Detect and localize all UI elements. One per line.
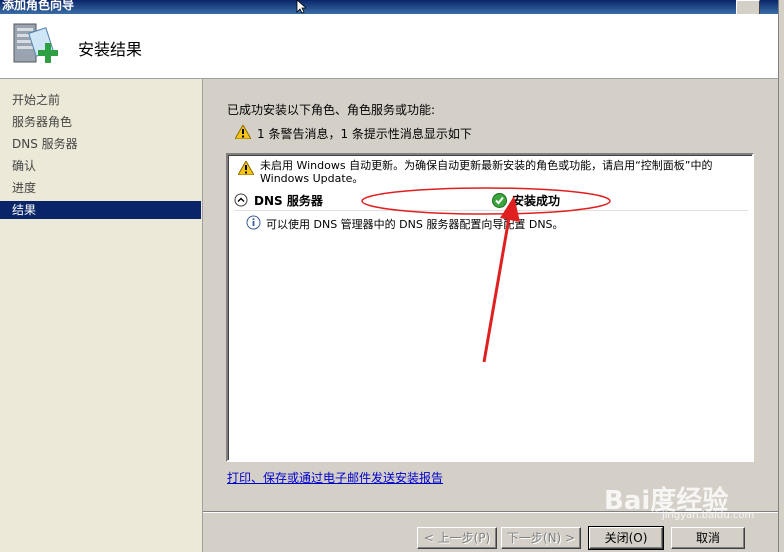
window-right-edge [778, 0, 784, 552]
collapse-chevron-icon[interactable] [234, 193, 248, 207]
mouse-cursor-icon [296, 0, 306, 14]
info-message: 可以使用 DNS 管理器中的 DNS 服务器配置向导配置 DNS。 [246, 215, 564, 233]
next-button[interactable]: 下一步(N) > [501, 527, 581, 549]
nav-item-before-you-begin[interactable]: 开始之前 [0, 91, 201, 109]
warning-summary-text: 1 条警告消息，1 条提示性消息显示如下 [257, 127, 472, 141]
cancel-button[interactable]: 取消 [671, 527, 745, 549]
install-summary: 已成功安装以下角色、角色服务或功能: [227, 103, 436, 117]
close-button[interactable]: 关闭(O) [588, 526, 664, 550]
prev-button[interactable]: < 上一步(P) [417, 527, 497, 549]
window-title: 添加角色向导 [2, 0, 75, 12]
page-title: 安装结果 [78, 40, 143, 59]
warning-icon [238, 161, 254, 175]
annotation-arrow [482, 196, 520, 363]
warning-message-text: 未启用 Windows 自动更新。为确保自动更新最新安装的角色或功能，请启用“控… [260, 159, 713, 185]
info-icon [246, 215, 261, 230]
nav-item-results[interactable]: 结果 [0, 201, 201, 219]
window-titlebar[interactable]: 添加角色向导 [0, 0, 784, 15]
nav-item-progress[interactable]: 进度 [0, 179, 201, 197]
window-close-button[interactable] [736, 0, 760, 15]
wizard-header: 安装结果 [0, 14, 778, 79]
server-add-icon [13, 23, 58, 63]
warning-icon [234, 123, 252, 140]
watermark-url: jingyan.baidu.com [662, 510, 755, 521]
nav-item-confirmation[interactable]: 确认 [0, 157, 201, 175]
role-name: DNS 服务器 [254, 194, 323, 208]
wizard-nav: 开始之前 服务器角色 DNS 服务器 确认 进度 结果 [0, 79, 203, 552]
warning-summary: 1 条警告消息，1 条提示性消息显示如下 [234, 123, 472, 142]
nav-item-server-roles[interactable]: 服务器角色 [0, 113, 201, 131]
report-link[interactable]: 打印、保存或通过电子邮件发送安装报告 [227, 469, 443, 486]
warning-message: 未启用 Windows 自动更新。为确保自动更新最新安装的角色或功能，请启用“控… [238, 159, 750, 185]
nav-item-dns-server[interactable]: DNS 服务器 [0, 135, 201, 153]
